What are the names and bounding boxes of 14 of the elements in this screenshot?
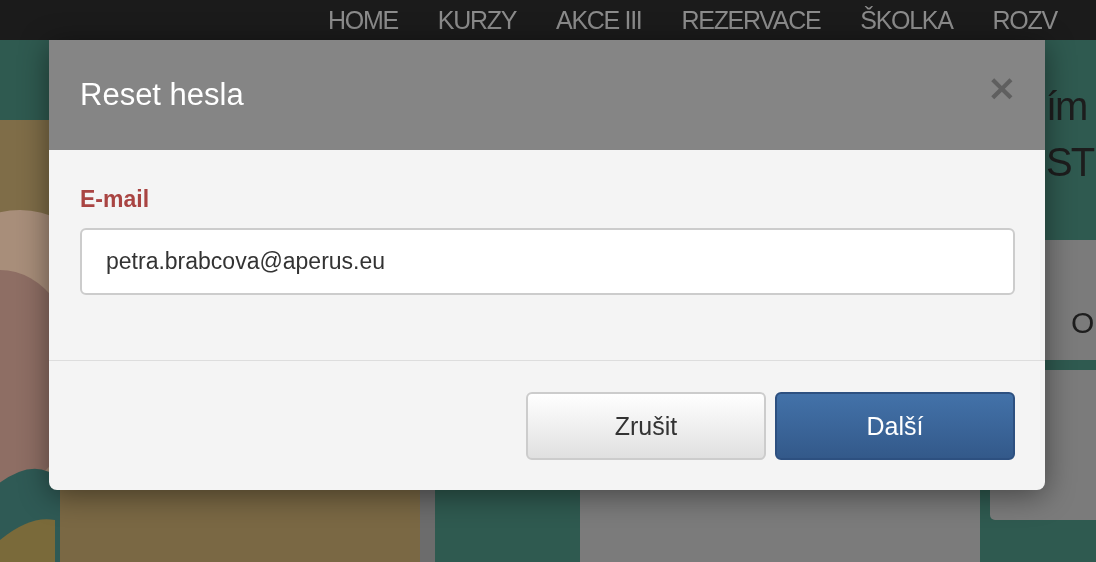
dialog-title: Reset hesla xyxy=(80,77,244,113)
nav-link[interactable]: AKCE III xyxy=(556,3,642,37)
field-label: E-mail xyxy=(80,186,151,213)
nav-link[interactable]: REZERVACE xyxy=(681,3,821,37)
email-field[interactable]: petra.brabcova@aperus.eu xyxy=(80,228,1015,295)
heading-text: ím xyxy=(1046,83,1088,130)
cancel-button[interactable]: Zrušit xyxy=(526,392,766,460)
nav-link[interactable]: HOME xyxy=(328,3,398,37)
nav-link[interactable]: ŠKOLKA xyxy=(860,3,953,37)
tile-label: O xyxy=(1071,306,1095,340)
next-button[interactable]: Další xyxy=(775,392,1015,460)
heading-text: ST xyxy=(1046,139,1094,186)
nav-link[interactable]: ROZV xyxy=(992,3,1057,37)
nav-link[interactable]: KURZY xyxy=(437,3,517,37)
